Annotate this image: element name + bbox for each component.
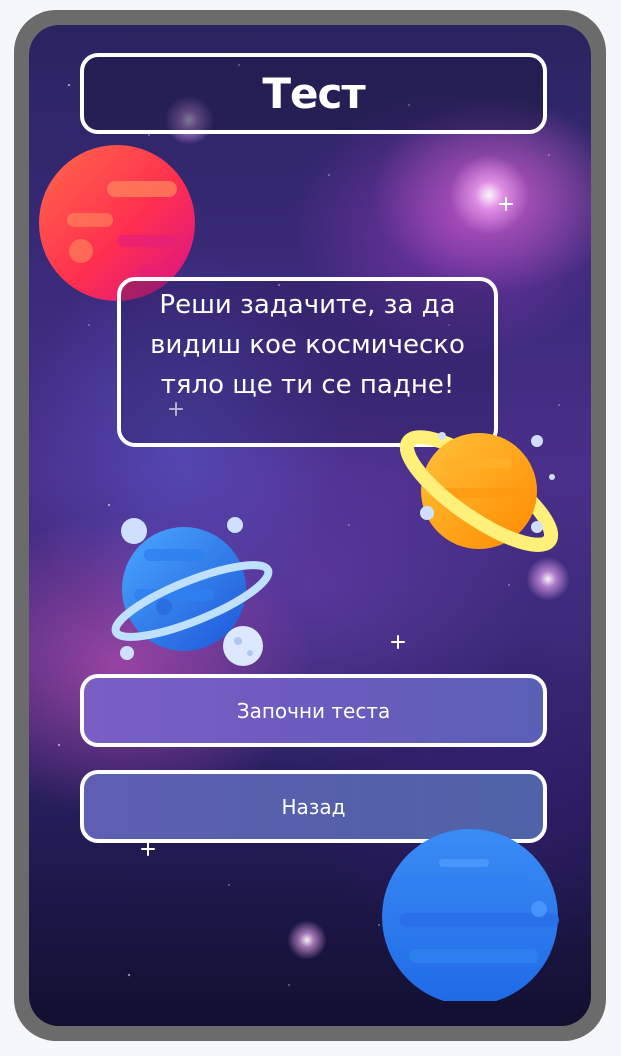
sparkle-icon <box>499 197 513 211</box>
device-frame: Тест Реши задачите, за да видиш кое косм… <box>14 10 606 1041</box>
ringed-orange-planet-icon <box>399 430 559 552</box>
start-test-label: Започни теста <box>236 698 391 723</box>
nebula-glow <box>287 920 327 960</box>
start-test-button[interactable]: Започни теста <box>80 674 547 747</box>
sparkle-icon <box>391 635 405 649</box>
title-box: Тест <box>80 53 547 134</box>
sparkle-icon <box>141 842 155 856</box>
intro-message: Реши задачите, за да видиш кое космическ… <box>150 290 465 400</box>
blue-planet-icon <box>382 829 559 1001</box>
page-title: Тест <box>262 69 365 118</box>
screen: Тест Реши задачите, за да видиш кое косм… <box>29 25 591 1026</box>
back-label: Назад <box>281 794 346 819</box>
nebula-glow <box>449 155 529 235</box>
blue-ringed-planet-icon <box>111 517 273 666</box>
